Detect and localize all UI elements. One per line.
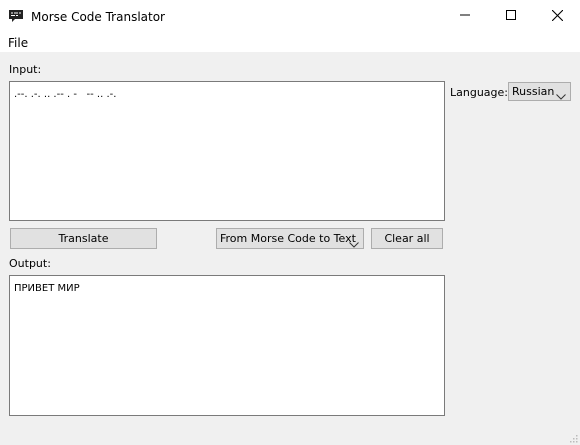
chevron-down-icon xyxy=(349,235,359,248)
clear-all-button-label: Clear all xyxy=(384,232,430,245)
title-bar[interactable]: Morse Code Translator xyxy=(0,0,580,33)
output-textarea[interactable]: ПРИВЕТ МИР xyxy=(9,275,445,416)
clear-all-button[interactable]: Clear all xyxy=(371,228,443,249)
maximize-icon xyxy=(506,10,516,23)
chat-bubble-icon xyxy=(8,8,24,24)
close-icon xyxy=(551,9,563,24)
menu-bar: File xyxy=(0,33,580,52)
close-button[interactable] xyxy=(534,0,580,33)
direction-select[interactable]: From Morse Code to Text xyxy=(216,228,364,249)
language-selected-value: Russian xyxy=(512,85,555,98)
window-title: Morse Code Translator xyxy=(31,10,165,24)
minimize-button[interactable] xyxy=(442,0,488,33)
direction-selected-value: From Morse Code to Text xyxy=(220,232,356,245)
app-window: Morse Code Translator File Input: .--. .… xyxy=(0,0,580,445)
language-select[interactable]: Russian xyxy=(508,82,571,101)
minimize-icon xyxy=(460,10,470,23)
input-label: Input: xyxy=(9,63,42,76)
maximize-button[interactable] xyxy=(488,0,534,33)
translate-button[interactable]: Translate xyxy=(10,228,157,249)
input-textarea[interactable]: .--. .-. .. .-- . - -- .. .-. xyxy=(9,81,445,221)
output-label: Output: xyxy=(9,257,51,270)
language-label: Language: xyxy=(450,86,508,99)
translate-button-label: Translate xyxy=(58,232,109,245)
menu-file[interactable]: File xyxy=(8,36,28,50)
chevron-down-icon xyxy=(556,88,566,100)
resize-grip-icon[interactable] xyxy=(568,433,578,443)
